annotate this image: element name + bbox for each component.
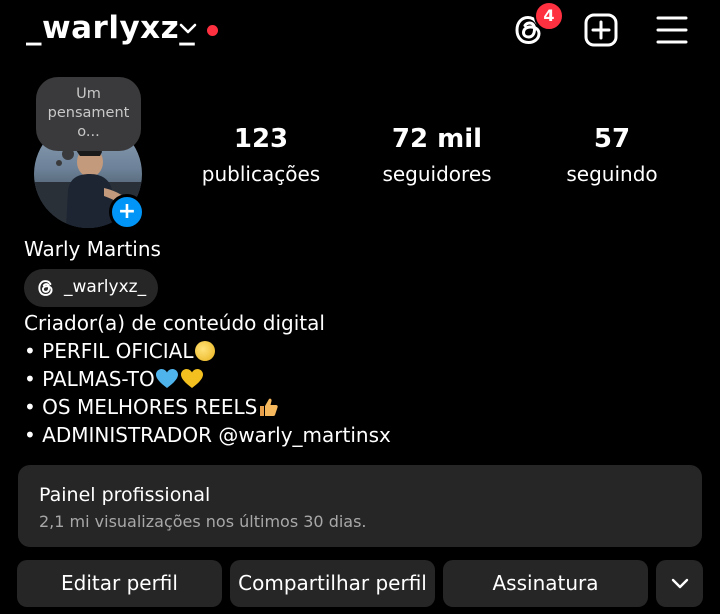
stat-followers[interactable]: 72 mil seguidores — [352, 124, 522, 186]
bio-category: Criador(a) de conteúdo digital — [24, 311, 325, 335]
profile-username[interactable]: _warlyxz_ — [26, 10, 195, 46]
profile-bio: Criador(a) de conteúdo digital • PERFIL … — [24, 309, 391, 449]
more-options-button[interactable] — [656, 560, 703, 607]
bio-line-2-text: • PALMAS-TO — [24, 367, 155, 391]
stat-following[interactable]: 57 seguindo — [527, 124, 697, 186]
bio-line-3: • OS MELHORES REELS — [24, 393, 391, 421]
thumbs-up-icon — [260, 398, 279, 416]
threads-handle: _warlyxz_ — [64, 277, 147, 297]
professional-dashboard-card[interactable]: Painel profissional 2,1 mi visualizações… — [18, 465, 702, 547]
notification-dot — [207, 25, 218, 36]
note-bubble-tail — [62, 148, 74, 160]
threads-badge: 4 — [534, 1, 564, 31]
subscription-button[interactable]: Assinatura — [443, 560, 648, 607]
chevron-down-icon — [671, 578, 689, 589]
add-story-button[interactable]: + — [109, 194, 145, 230]
share-profile-button[interactable]: Compartilhar perfil — [230, 560, 435, 607]
threads-profile-link[interactable]: _warlyxz_ — [24, 269, 158, 307]
chevron-down-icon[interactable] — [179, 22, 197, 36]
stat-followers-value: 72 mil — [391, 124, 483, 154]
menu-icon[interactable] — [654, 12, 690, 48]
coin-emoji-icon — [195, 341, 216, 361]
threads-small-icon — [38, 280, 53, 296]
stat-following-label: seguindo — [566, 162, 658, 186]
note-bubble[interactable]: Um pensament o... — [36, 77, 141, 151]
blue-yellow-hearts-icon — [155, 369, 203, 388]
professional-dashboard-subtitle: 2,1 mi visualizações nos últimos 30 dias… — [39, 512, 367, 531]
stat-followers-label: seguidores — [382, 162, 492, 186]
stat-posts[interactable]: 123 publicações — [176, 124, 346, 186]
bio-line-1-text: • PERFIL OFICIAL — [24, 339, 194, 363]
professional-dashboard-title: Painel profissional — [39, 484, 211, 506]
display-name: Warly Martins — [24, 237, 161, 261]
bio-line-3-text: • OS MELHORES REELS — [24, 395, 258, 419]
top-bar: _warlyxz_ 4 — [0, 0, 720, 64]
create-post-icon[interactable] — [583, 12, 619, 48]
bio-line-1: • PERFIL OFICIAL — [24, 337, 391, 365]
stat-posts-label: publicações — [201, 162, 321, 186]
stat-following-value: 57 — [593, 124, 631, 154]
edit-profile-button[interactable]: Editar perfil — [17, 560, 222, 607]
note-bubble-tail-small — [56, 160, 62, 166]
bio-line-4: • ADMINISTRADOR @warly_martinsx — [24, 423, 391, 447]
bio-line-2: • PALMAS-TO — [24, 365, 391, 393]
stat-posts-value: 123 — [233, 124, 289, 154]
